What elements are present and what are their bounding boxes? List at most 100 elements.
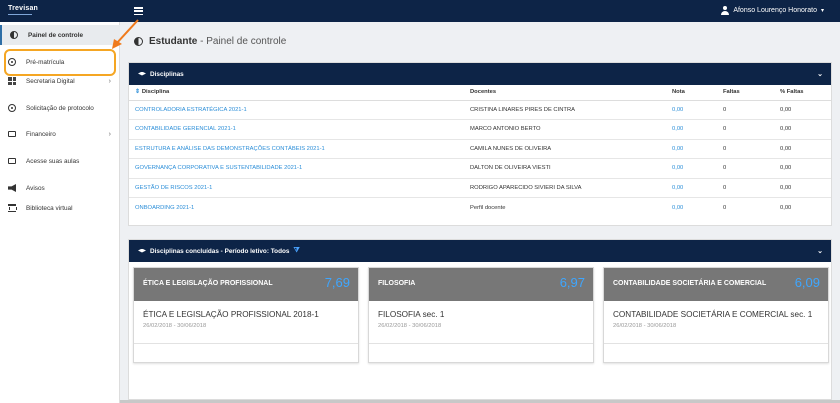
sidebar-item-avisos[interactable]: Avisos	[0, 178, 120, 198]
table-row: GOVERNANÇA CORPORATIVA E SUSTENTABILIDAD…	[129, 158, 831, 179]
page-title-sub: - Painel de controle	[197, 36, 287, 47]
megaphone-icon	[8, 184, 16, 192]
sidebar-item-label: Pré-matrícula	[26, 58, 65, 66]
sidebar-item-label: Painel de controle	[28, 31, 84, 39]
disciplina-link[interactable]: CONTABILIDADE GERENCIAL 2021-1	[129, 119, 464, 140]
dashboard-icon	[10, 31, 18, 39]
course-card-divider	[604, 343, 828, 344]
column-header-faltas: Faltas	[717, 85, 774, 101]
faltas-cell: 0	[717, 158, 774, 179]
pct-faltas-cell: 0,00	[774, 139, 831, 159]
faltas-cell: 0	[717, 119, 774, 140]
brand-underline	[8, 14, 32, 15]
course-card-header: ÉTICA E LEGISLAÇÃO PROFISSIONAL 7,69	[134, 268, 358, 301]
course-card-grade: 6,97	[559, 275, 585, 290]
concluidas-panel-header[interactable]: Disciplinas concluídas - Período letivo:…	[129, 240, 831, 262]
add-circle-icon	[8, 58, 16, 66]
faltas-cell: 0	[717, 100, 774, 120]
sidebar-item-secretaria-digital[interactable]: Secretaria Digital ›	[0, 71, 120, 91]
sort-icon[interactable]: ⇕	[135, 89, 140, 95]
course-card-title: FILOSOFIA	[378, 280, 416, 287]
course-card-title: CONTABILIDADE SOCIETÁRIA E COMERCIAL	[613, 280, 767, 287]
nota-link[interactable]: 0,00	[666, 198, 717, 218]
nota-link[interactable]: 0,00	[666, 139, 717, 159]
monitor-icon	[8, 158, 16, 164]
course-card-dates: 26/02/2018 - 30/06/2018	[613, 323, 677, 329]
disciplinas-panel-header[interactable]: Disciplinas ⌄	[129, 63, 831, 85]
pct-faltas-cell: 0,00	[774, 100, 831, 120]
faltas-cell: 0	[717, 178, 774, 198]
grid-icon	[8, 77, 16, 85]
concluidas-cards: ÉTICA E LEGISLAÇÃO PROFISSIONAL 7,69 ÉTI…	[133, 267, 829, 363]
disciplinas-table: ⇕ Disciplina Docentes Nota Faltas % Falta…	[129, 85, 831, 217]
sidebar-item-label: Avisos	[26, 184, 45, 192]
disciplina-link[interactable]: ONBOARDING 2021-1	[129, 198, 464, 218]
table-header-row: ⇕ Disciplina Docentes Nota Faltas % Falta…	[129, 85, 831, 101]
docente-cell: DALTON DE OLIVEIRA VIESTI	[464, 158, 666, 179]
sidebar-item-financeiro[interactable]: Financeiro ›	[0, 124, 120, 144]
chevron-down-icon[interactable]: ⌄	[817, 247, 823, 255]
chevron-right-icon: ›	[108, 77, 111, 85]
course-card-header: CONTABILIDADE SOCIETÁRIA E COMERCIAL 6,0…	[604, 268, 828, 301]
course-card[interactable]: FILOSOFIA 6,97 FILOSOFIA sec. 1 26/02/20…	[368, 267, 594, 363]
faltas-cell: 0	[717, 139, 774, 159]
sidebar-item-biblioteca-virtual[interactable]: Biblioteca virtual	[0, 198, 120, 218]
disciplina-link[interactable]: GOVERNANÇA CORPORATIVA E SUSTENTABILIDAD…	[129, 158, 464, 179]
page-title-main: Estudante	[149, 36, 198, 47]
course-card-name: FILOSOFIA sec. 1	[378, 310, 445, 319]
docente-cell: RODRIGO APARECIDO SIVIERI DA SILVA	[464, 178, 666, 198]
course-card[interactable]: CONTABILIDADE SOCIETÁRIA E COMERCIAL 6,0…	[603, 267, 829, 363]
course-card-dates: 26/02/2018 - 30/06/2018	[143, 323, 207, 329]
sidebar-item-painel-de-controle[interactable]: Painel de controle	[0, 25, 120, 45]
disciplina-link[interactable]: CONTROLADORIA ESTRATÉGICA 2021-1	[129, 100, 464, 120]
course-card-grade: 6,09	[794, 275, 820, 290]
menu-toggle-icon[interactable]	[134, 7, 143, 16]
sidebar-item-label: Secretaria Digital	[26, 77, 75, 85]
disciplina-link[interactable]: ESTRUTURA E ANÁLISE DAS DEMONSTRAÇÕES CO…	[129, 139, 464, 159]
course-card-name: ÉTICA E LEGISLAÇÃO PROFISSIONAL 2018-1	[143, 310, 319, 319]
column-header-disciplina[interactable]: ⇕ Disciplina	[129, 85, 464, 101]
nota-link[interactable]: 0,00	[666, 178, 717, 198]
column-header-docentes: Docentes	[464, 85, 666, 101]
sidebar-item-label: Acesse suas aulas	[26, 157, 80, 165]
course-card-title: ÉTICA E LEGISLAÇÃO PROFISSIONAL	[143, 280, 273, 287]
top-bar: Trevisan Afonso Lourenço Honorato ▾	[0, 0, 840, 22]
chevron-down-icon[interactable]: ⌄	[817, 70, 823, 78]
concluidas-panel: Disciplinas concluídas - Período letivo:…	[128, 239, 832, 400]
pct-faltas-cell: 0,00	[780, 204, 792, 211]
sidebar-item-pre-matricula[interactable]: Pré-matrícula	[0, 52, 120, 72]
brand-logo[interactable]: Trevisan	[8, 5, 38, 12]
course-card-divider	[134, 343, 358, 344]
table-row: ONBOARDING 2021-1 Perfil docente 0,00 0 …	[129, 198, 831, 218]
main-content: Estudante - Painel de controle Disciplin…	[120, 22, 840, 403]
graduation-cap-icon	[138, 71, 146, 76]
table-row: GESTÃO DE RISCOS 2021-1 RODRIGO APARECID…	[129, 178, 831, 198]
sidebar-item-label: Financeiro	[26, 130, 56, 138]
docente-cell: MARCO ANTONIO BERTO	[464, 119, 666, 140]
column-header-nota: Nota	[666, 85, 717, 101]
disciplina-link[interactable]: GESTÃO DE RISCOS 2021-1	[129, 178, 464, 198]
graduation-cap-icon	[138, 248, 146, 253]
sidebar: Painel de controle Pré-matrícula Secreta…	[0, 22, 120, 403]
pct-faltas-cell: 0,00	[774, 178, 831, 198]
course-card[interactable]: ÉTICA E LEGISLAÇÃO PROFISSIONAL 7,69 ÉTI…	[133, 267, 359, 363]
pct-faltas-cell: 0,00	[774, 158, 831, 179]
chevron-right-icon: ›	[108, 130, 111, 138]
money-icon	[8, 131, 16, 137]
nota-link[interactable]: 0,00	[666, 119, 717, 140]
sidebar-item-acesse-suas-aulas[interactable]: Acesse suas aulas	[0, 151, 120, 171]
add-circle-icon	[8, 104, 16, 112]
panel-title: Disciplinas concluídas - Período letivo:…	[150, 247, 290, 255]
course-card-name: CONTABILIDADE SOCIETÁRIA E COMERCIAL sec…	[613, 310, 813, 319]
user-menu[interactable]: Afonso Lourenço Honorato ▾	[721, 6, 824, 15]
chevron-down-icon: ▾	[820, 8, 824, 14]
table-row: ESTRUTURA E ANÁLISE DAS DEMONSTRAÇÕES CO…	[129, 139, 831, 159]
filter-icon[interactable]: ⧩	[293, 247, 299, 255]
column-header-pct-faltas: % Faltas	[774, 85, 831, 101]
disciplinas-panel: Disciplinas ⌄ ⇕ Disciplina Docentes Nota …	[128, 62, 832, 226]
sidebar-item-solicitacao-de-protocolo[interactable]: Solicitação de protocolo	[0, 98, 120, 118]
nota-link[interactable]: 0,00	[666, 100, 717, 120]
course-card-header: FILOSOFIA 6,97	[369, 268, 593, 301]
nota-link[interactable]: 0,00	[666, 158, 717, 179]
course-card-dates: 26/02/2018 - 30/06/2018	[378, 323, 442, 329]
